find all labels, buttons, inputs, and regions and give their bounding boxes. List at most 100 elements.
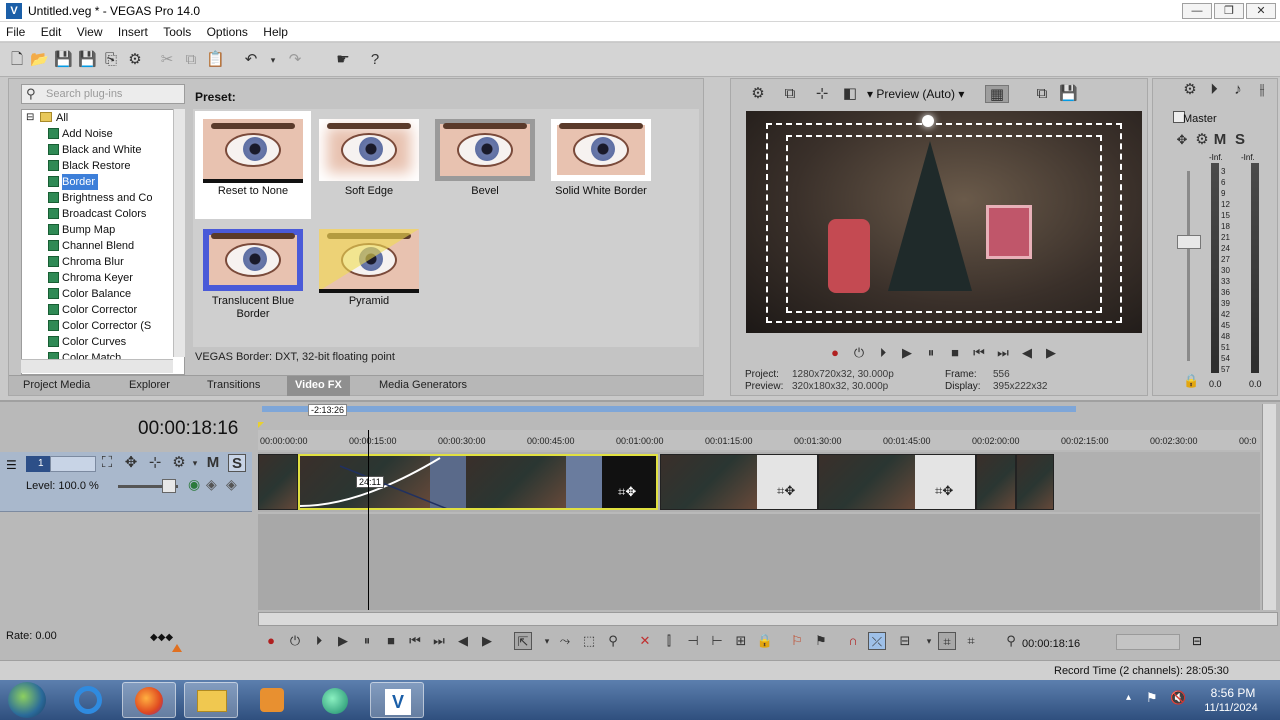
group-icon[interactable]: ⌗ [962, 632, 980, 650]
master-levels-icon[interactable]: ⫲ [1253, 81, 1271, 99]
menu-file[interactable]: File [0, 22, 31, 42]
track-minimize-icon[interactable]: ☰ [6, 458, 17, 472]
plugin-tree-item[interactable]: Chroma Keyer [62, 270, 136, 286]
loop-playback-icon[interactable]: ⏻ [851, 345, 867, 361]
ripple-dropdown-icon[interactable]: ▾ [920, 632, 938, 650]
copy-snapshot-icon[interactable]: ⧉ [1033, 85, 1051, 103]
minimize-button[interactable]: — [1182, 3, 1212, 19]
panel-tab[interactable]: Video FX [287, 376, 350, 396]
loop-region-bar[interactable] [262, 406, 1076, 412]
next-frame-icon[interactable]: ▶ [478, 632, 496, 650]
preset-thumbnail[interactable]: Soft Edge [311, 111, 427, 219]
track-composite-icon[interactable]: ⊹ [146, 454, 164, 472]
preset-thumbnail[interactable]: Solid White Border [543, 111, 659, 219]
preset-thumbnail[interactable]: Translucent Blue Border [195, 221, 311, 329]
mute-button[interactable]: M [1211, 131, 1229, 149]
split-icon[interactable]: ⊞ [732, 632, 750, 650]
trim-icon[interactable]: ⫿ [660, 632, 678, 650]
previous-frame-icon[interactable]: ◀ [1019, 345, 1035, 361]
plugin-tree-item[interactable]: Add Noise [62, 126, 116, 142]
track-keyframe-icon[interactable]: ◈ [206, 476, 217, 493]
previous-frame-icon[interactable]: ◀ [454, 632, 472, 650]
menu-insert[interactable]: Insert [112, 22, 154, 42]
record-icon[interactable]: ● [827, 345, 843, 361]
stop-icon[interactable]: ■ [382, 632, 400, 650]
lock-grouping-icon[interactable]: ⌗ [938, 632, 956, 650]
insert-region-icon[interactable]: ⚑ [812, 632, 830, 650]
plugin-tree-item[interactable]: Black and White [62, 142, 144, 158]
selection-icon[interactable]: ⊟ [1192, 634, 1202, 648]
track-solo-button[interactable]: S [228, 454, 246, 472]
tree-vertical-scrollbar[interactable] [173, 109, 185, 357]
track-name-field[interactable] [50, 456, 96, 472]
save-icon[interactable]: 💾 [54, 51, 73, 69]
play-from-start-icon[interactable]: ⏵ [875, 345, 891, 361]
preview-overlay-icon[interactable]: ◧ [841, 85, 859, 103]
loop-playback-icon[interactable]: ⏻ [286, 632, 304, 650]
split-screen-icon[interactable]: ⊹ [813, 85, 831, 103]
whats-this-icon[interactable]: ☛ [334, 51, 352, 69]
selected-video-clip[interactable]: ⌗✥ [298, 454, 658, 510]
clock-date[interactable]: 11/11/2024 [1196, 702, 1266, 714]
undo-dropdown-icon[interactable]: ▾ [264, 51, 282, 69]
lock-envelopes-icon[interactable]: 🔒 [756, 632, 774, 650]
tree-root-all[interactable]: All [56, 110, 68, 126]
plugin-tree-item[interactable]: Color Curves [62, 334, 129, 350]
preset-thumbnail[interactable]: Pyramid [311, 221, 427, 329]
next-frame-icon[interactable]: ▶ [1043, 345, 1059, 361]
stop-icon[interactable]: ■ [947, 345, 963, 361]
track-fx-icon[interactable]: ✥ [122, 454, 140, 472]
search-plugins-input[interactable]: ⚲ Search plug-ins [21, 84, 185, 104]
taskbar-app-icon[interactable] [308, 682, 362, 718]
video-clip[interactable]: ⌗✥ [660, 454, 818, 510]
plugin-tree[interactable]: ⊟ All Add Noise Black and White Black Rest… [21, 109, 185, 375]
timeline-ruler[interactable]: 00:00:00:00 00:00:15:00 00:00:30:00 00:00:4… [258, 430, 1260, 450]
plugin-tree-item[interactable]: Border [62, 174, 99, 190]
play-from-start-icon[interactable]: ⏵ [310, 632, 328, 650]
bus-gear-icon[interactable]: ⚙ [1193, 131, 1211, 149]
timeline-horizontal-scrollbar[interactable] [258, 612, 1278, 626]
video-preview-screen[interactable] [746, 111, 1142, 333]
tree-collapse-icon[interactable]: ⊟ [26, 112, 34, 123]
solo-button[interactable]: S [1231, 131, 1249, 149]
tree-horizontal-scrollbar[interactable] [21, 359, 173, 373]
pause-icon[interactable]: ⏸ [358, 632, 376, 650]
insert-marker-icon[interactable]: ⚐ [788, 632, 806, 650]
bus-fx-icon[interactable]: ✥ [1173, 131, 1191, 149]
selection-length-field[interactable] [1116, 634, 1180, 650]
master-properties-gear-icon[interactable]: ⚙ [1181, 81, 1199, 99]
go-to-end-icon[interactable]: ⏭ [430, 632, 448, 650]
panel-tab[interactable]: Project Media [15, 376, 98, 396]
video-clip[interactable]: ⌗✥ [818, 454, 976, 510]
taskbar-explorer-icon[interactable] [184, 682, 238, 718]
go-to-end-icon[interactable]: ⏭ [995, 345, 1011, 361]
marker-flag-icon[interactable] [258, 422, 264, 428]
go-to-start-icon[interactable]: ⏮ [971, 345, 987, 361]
pause-icon[interactable]: ⏸ [923, 345, 939, 361]
lock-icon[interactable]: 🔒 [1183, 373, 1199, 389]
new-file-icon[interactable]: 🗋 [8, 51, 26, 69]
trim-start-icon[interactable]: ⊣ [684, 632, 702, 650]
go-to-start-icon[interactable]: ⏮ [406, 632, 424, 650]
play-icon[interactable]: ▶ [899, 345, 915, 361]
playhead-cursor[interactable] [368, 430, 369, 610]
selection-tool-icon[interactable]: ⬚ [580, 632, 598, 650]
play-icon[interactable]: ▶ [334, 632, 352, 650]
preview-properties-gear-icon[interactable]: ⚙ [749, 85, 767, 103]
volume-muted-icon[interactable]: 🔇 [1170, 690, 1186, 706]
trim-end-icon[interactable]: ⊢ [708, 632, 726, 650]
plugin-tree-item[interactable]: Channel Blend [62, 238, 137, 254]
external-monitor-icon[interactable]: ⧉ [781, 85, 799, 103]
help-question-icon[interactable]: ? [366, 51, 384, 69]
plugin-tree-item[interactable]: Broadcast Colors [62, 206, 149, 222]
record-icon[interactable]: ● [262, 632, 280, 650]
clip-crop-icon[interactable]: ⌗✥ [618, 484, 636, 500]
preview-quality-dropdown[interactable]: ▾ Preview (Auto) ▾ [867, 87, 964, 101]
plugin-tree-item[interactable]: Color Corrector (S [62, 318, 154, 334]
action-center-icon[interactable]: ⚑ [1146, 690, 1158, 706]
video-clip[interactable] [1016, 454, 1054, 510]
panel-tab[interactable]: Media Generators [371, 376, 475, 396]
auto-crossfades-icon[interactable]: ⤫ [868, 632, 886, 650]
master-volume-fader[interactable] [1177, 235, 1201, 249]
plugin-tree-item[interactable]: Color Balance [62, 286, 134, 302]
